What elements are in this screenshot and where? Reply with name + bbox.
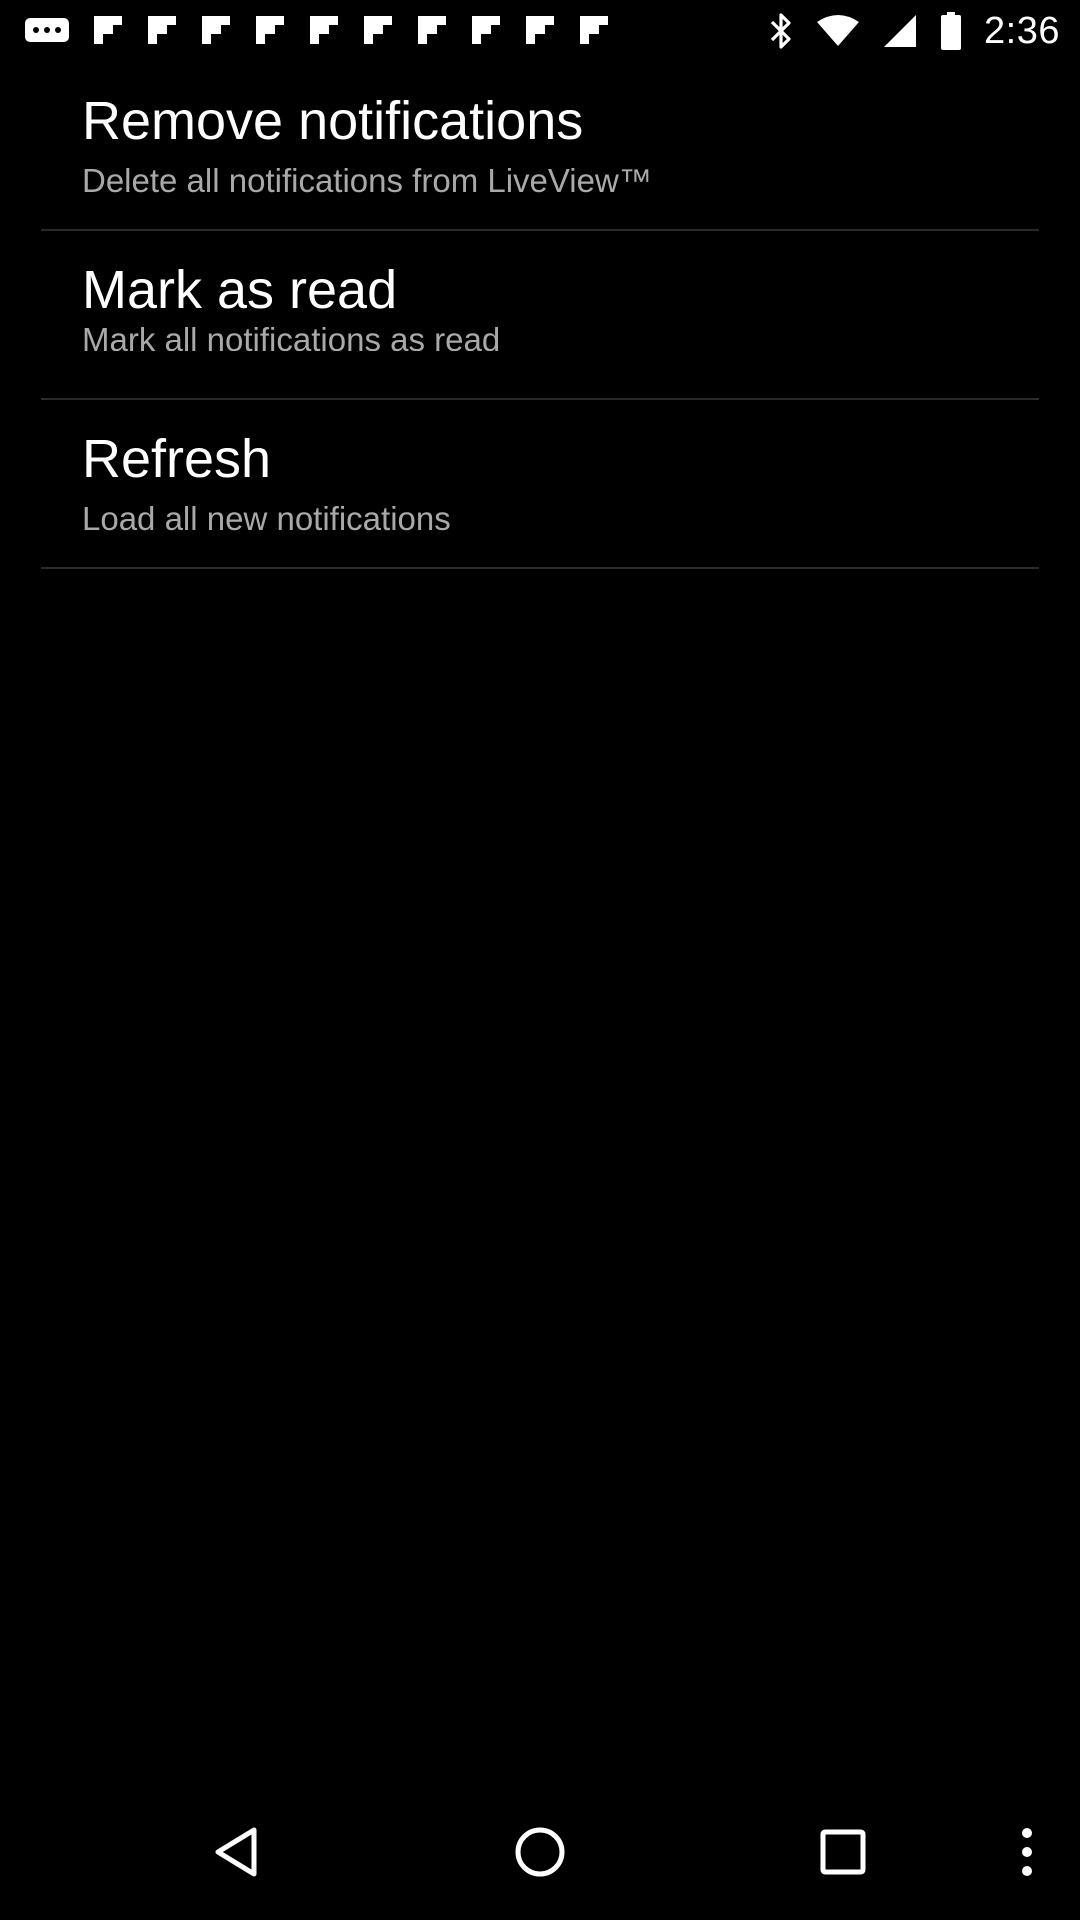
menu-item-title: Remove notifications: [82, 91, 584, 151]
wifi-icon: [816, 14, 860, 48]
flipboard-icon: [416, 14, 448, 46]
notification-icons: [24, 14, 610, 46]
menu-item-subtitle: Load all new notifications: [82, 500, 451, 537]
flipboard-icon: [308, 14, 340, 46]
flipboard-icon: [200, 14, 232, 46]
flipboard-icon: [470, 14, 502, 46]
menu-item-subtitle: Delete all notifications from LiveView™: [82, 162, 652, 199]
battery-icon: [940, 11, 962, 51]
menu-list: Remove notifications Delete all notifica…: [0, 62, 1080, 569]
menu-item-subtitle: Mark all notifications as read: [82, 313, 500, 351]
divider: [41, 567, 1039, 569]
home-button[interactable]: [500, 1814, 580, 1894]
overflow-menu-icon: [1021, 1827, 1033, 1882]
menu-item-refresh[interactable]: Refresh Load all new notifications: [0, 400, 1080, 569]
system-icons: 2:36: [768, 6, 1060, 56]
status-bar: 2:36: [0, 0, 1080, 62]
menu-item-title: Refresh: [82, 429, 272, 489]
menu-item-mark-as-read[interactable]: Mark as read Mark all notifications as r…: [0, 231, 1080, 400]
flipboard-icon: [254, 14, 286, 46]
status-time: 2:36: [984, 9, 1060, 52]
navigation-bar: [0, 1784, 1080, 1920]
flipboard-icon: [524, 14, 556, 46]
recents-button[interactable]: [803, 1814, 883, 1894]
menu-item-remove-notifications[interactable]: Remove notifications Delete all notifica…: [0, 62, 1080, 231]
bluetooth-icon: [768, 11, 794, 51]
menu-item-subtitle-text: Mark all notifications as read: [82, 321, 501, 351]
overflow-menu-button[interactable]: [1000, 1814, 1054, 1894]
cell-signal-icon: [882, 13, 918, 49]
flipboard-icon: [362, 14, 394, 46]
recents-icon: [820, 1829, 866, 1880]
more-notifications-icon: [24, 15, 70, 45]
back-button[interactable]: [196, 1814, 276, 1894]
menu-item-title: Mark as read: [82, 260, 398, 320]
flipboard-icon: [146, 14, 178, 46]
home-icon: [514, 1826, 566, 1883]
back-icon: [212, 1826, 260, 1883]
flipboard-icon: [92, 14, 124, 46]
flipboard-icon: [578, 14, 610, 46]
